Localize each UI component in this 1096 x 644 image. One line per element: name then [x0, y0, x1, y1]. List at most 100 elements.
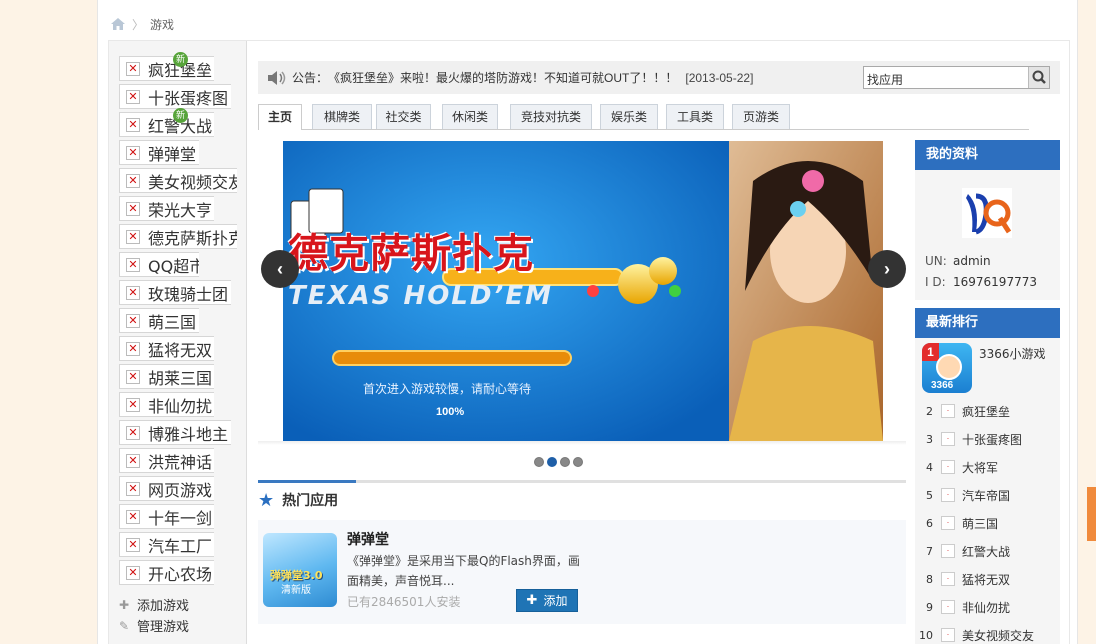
- game-list-item[interactable]: ✕ QQ超市: [119, 251, 247, 279]
- rank-number: 8: [926, 572, 933, 586]
- slide-dot[interactable]: [560, 457, 570, 467]
- broken-image-icon: ✕: [126, 201, 140, 216]
- game-item-box[interactable]: ✕ 博雅斗地主: [119, 420, 231, 445]
- hot-section-header: ★ 热门应用: [258, 489, 338, 511]
- game-item-box[interactable]: ✕ 胡莱三国: [119, 364, 214, 389]
- game-list-item[interactable]: ✕ 弹弹堂: [119, 139, 247, 167]
- broken-image-icon: ·: [941, 516, 955, 530]
- tab-7[interactable]: 页游类: [732, 104, 790, 129]
- game-item-box[interactable]: ✕ 洪荒神话: [119, 448, 214, 473]
- home-icon[interactable]: [110, 17, 126, 31]
- game-item-box[interactable]: ✕ 十年一剑: [119, 504, 214, 529]
- notice-text[interactable]: 《疯狂堡垒》来啦！最火爆的塔防游戏！不知道可就OUT了！！！: [328, 69, 677, 86]
- rank-first-name[interactable]: 3366小游戏: [979, 345, 1046, 362]
- ranking-item[interactable]: 9 · 非仙勿扰: [915, 593, 1060, 621]
- broken-image-icon: ·: [941, 404, 955, 418]
- game-list-item[interactable]: ✕ 非仙勿扰: [119, 391, 247, 419]
- app-icon[interactable]: 弹弹堂3.0 清新版: [263, 533, 337, 607]
- game-list-item[interactable]: ✕ 汽车工厂: [119, 531, 247, 559]
- game-item-box[interactable]: ✕ 非仙勿扰: [119, 392, 214, 417]
- broken-image-icon: ✕: [126, 425, 140, 440]
- manage-game-link[interactable]: ✎ 管理游戏: [119, 615, 189, 636]
- ranking-item[interactable]: 5 · 汽车帝国: [915, 481, 1060, 509]
- rank-number: 3: [926, 432, 933, 446]
- search-input[interactable]: 找应用: [867, 71, 903, 88]
- game-item-box[interactable]: ✕ 网页游戏: [119, 476, 214, 501]
- feedback-tab[interactable]: [1087, 487, 1096, 541]
- game-item-box[interactable]: ✕ 猛将无双: [119, 336, 214, 361]
- game-list-item[interactable]: ✕ 德克萨斯扑克: [119, 223, 247, 251]
- add-app-button[interactable]: ✚ 添加: [516, 589, 578, 612]
- ranking-item[interactable]: 7 · 红警大战: [915, 537, 1060, 565]
- slide-dot[interactable]: [534, 457, 544, 467]
- tab-1[interactable]: 棋牌类: [312, 104, 372, 129]
- game-list-item[interactable]: ✕ 十年一剑: [119, 503, 247, 531]
- game-list-item[interactable]: ✕ 美女视频交友: [119, 167, 247, 195]
- tab-6[interactable]: 工具类: [666, 104, 724, 129]
- broken-image-icon: ✕: [126, 89, 140, 104]
- tab-0[interactable]: 主页: [258, 104, 302, 130]
- rank-number: 5: [926, 488, 933, 502]
- broken-image-icon: ✕: [126, 145, 140, 160]
- broken-image-icon: ·: [941, 432, 955, 446]
- game-item-box[interactable]: ✕ 开心农场: [119, 560, 214, 585]
- tab-4[interactable]: 竞技对抗类: [510, 104, 592, 129]
- app-name[interactable]: 弹弹堂: [347, 529, 389, 549]
- game-item-box[interactable]: ✕ 红警大战: [119, 112, 214, 137]
- game-list-item[interactable]: ✕ 开心农场: [119, 559, 247, 587]
- game-list-item[interactable]: ✕ 猛将无双: [119, 335, 247, 363]
- tab-3[interactable]: 休闲类: [442, 104, 498, 129]
- banner-slide[interactable]: 德克萨斯扑克 TEXAS HOLD’EM 首次进入游戏较慢，请耐心等待 100%: [283, 141, 883, 441]
- game-name: 网页游戏: [148, 480, 213, 500]
- game-item-box[interactable]: ✕ QQ超市: [119, 252, 199, 277]
- loading-percent: 100%: [436, 406, 465, 418]
- game-list-item[interactable]: ✕ 胡莱三国: [119, 363, 247, 391]
- app-install-count: 已有2846501人安装: [347, 595, 461, 609]
- prev-slide-button[interactable]: ‹: [261, 250, 299, 288]
- tab-2[interactable]: 社交类: [376, 104, 431, 129]
- rank-first-icon[interactable]: 1 3366: [922, 343, 972, 393]
- ranking-item[interactable]: 8 · 猛将无双: [915, 565, 1060, 593]
- game-list-item[interactable]: ✕ 玫瑰骑士团: [119, 279, 247, 307]
- rank-number: 1: [922, 343, 939, 361]
- ranking-item[interactable]: 6 · 萌三国: [915, 509, 1060, 537]
- ranking-item[interactable]: 3 · 十张蛋疼图: [915, 425, 1060, 453]
- slide-dot[interactable]: [573, 457, 583, 467]
- breadcrumb-current: 游戏: [150, 17, 175, 32]
- game-item-box[interactable]: ✕ 弹弹堂: [119, 140, 199, 165]
- game-item-box[interactable]: ✕ 德克萨斯扑克: [119, 224, 237, 249]
- add-game-link[interactable]: ✚ 添加游戏: [119, 594, 189, 615]
- game-list-item[interactable]: ✕ 十张蛋疼图: [119, 83, 247, 111]
- profile-header: 我的资料: [915, 140, 1060, 170]
- ranking-item[interactable]: 10 · 美女视频交友: [915, 621, 1060, 644]
- new-badge: 新: [173, 52, 188, 67]
- avatar[interactable]: [962, 188, 1012, 238]
- game-item-box[interactable]: ✕ 美女视频交友: [119, 168, 237, 193]
- ranking-item[interactable]: 4 · 大将军: [915, 453, 1060, 481]
- game-list-item[interactable]: ✕ 洪荒神话: [119, 447, 247, 475]
- game-item-box[interactable]: ✕ 十张蛋疼图: [119, 84, 231, 109]
- game-list-item[interactable]: ✕ 荣光大亨: [119, 195, 247, 223]
- broken-image-icon: ·: [941, 488, 955, 502]
- loading-text: 首次进入游戏较慢，请耐心等待: [363, 382, 532, 396]
- game-item-box[interactable]: ✕ 荣光大亨: [119, 196, 214, 221]
- next-slide-button[interactable]: ›: [868, 250, 906, 288]
- game-name: 十张蛋疼图: [148, 88, 229, 108]
- game-list-item[interactable]: ✕ 红警大战新: [119, 108, 247, 139]
- game-name: 弹弹堂: [148, 144, 197, 164]
- tab-5[interactable]: 娱乐类: [600, 104, 658, 129]
- game-list-item[interactable]: ✕ 萌三国: [119, 307, 247, 335]
- rank-number: 9: [926, 600, 933, 614]
- game-item-box[interactable]: ✕ 玫瑰骑士团: [119, 280, 231, 305]
- game-list-item[interactable]: ✕ 网页游戏: [119, 475, 247, 503]
- search-box[interactable]: 找应用: [863, 66, 1050, 89]
- game-list-item[interactable]: ✕ 疯狂堡垒新: [119, 52, 247, 83]
- game-item-box[interactable]: ✕ 萌三国: [119, 308, 199, 333]
- game-list-item[interactable]: ✕ 博雅斗地主: [119, 419, 247, 447]
- search-button[interactable]: [1028, 67, 1049, 88]
- rank-game-name: 美女视频交友: [962, 628, 1035, 643]
- slide-dot[interactable]: [547, 457, 557, 467]
- ranking-item[interactable]: 2 · 疯狂堡垒: [915, 397, 1060, 425]
- game-item-box[interactable]: ✕ 疯狂堡垒: [119, 56, 214, 81]
- game-item-box[interactable]: ✕ 汽车工厂: [119, 532, 214, 557]
